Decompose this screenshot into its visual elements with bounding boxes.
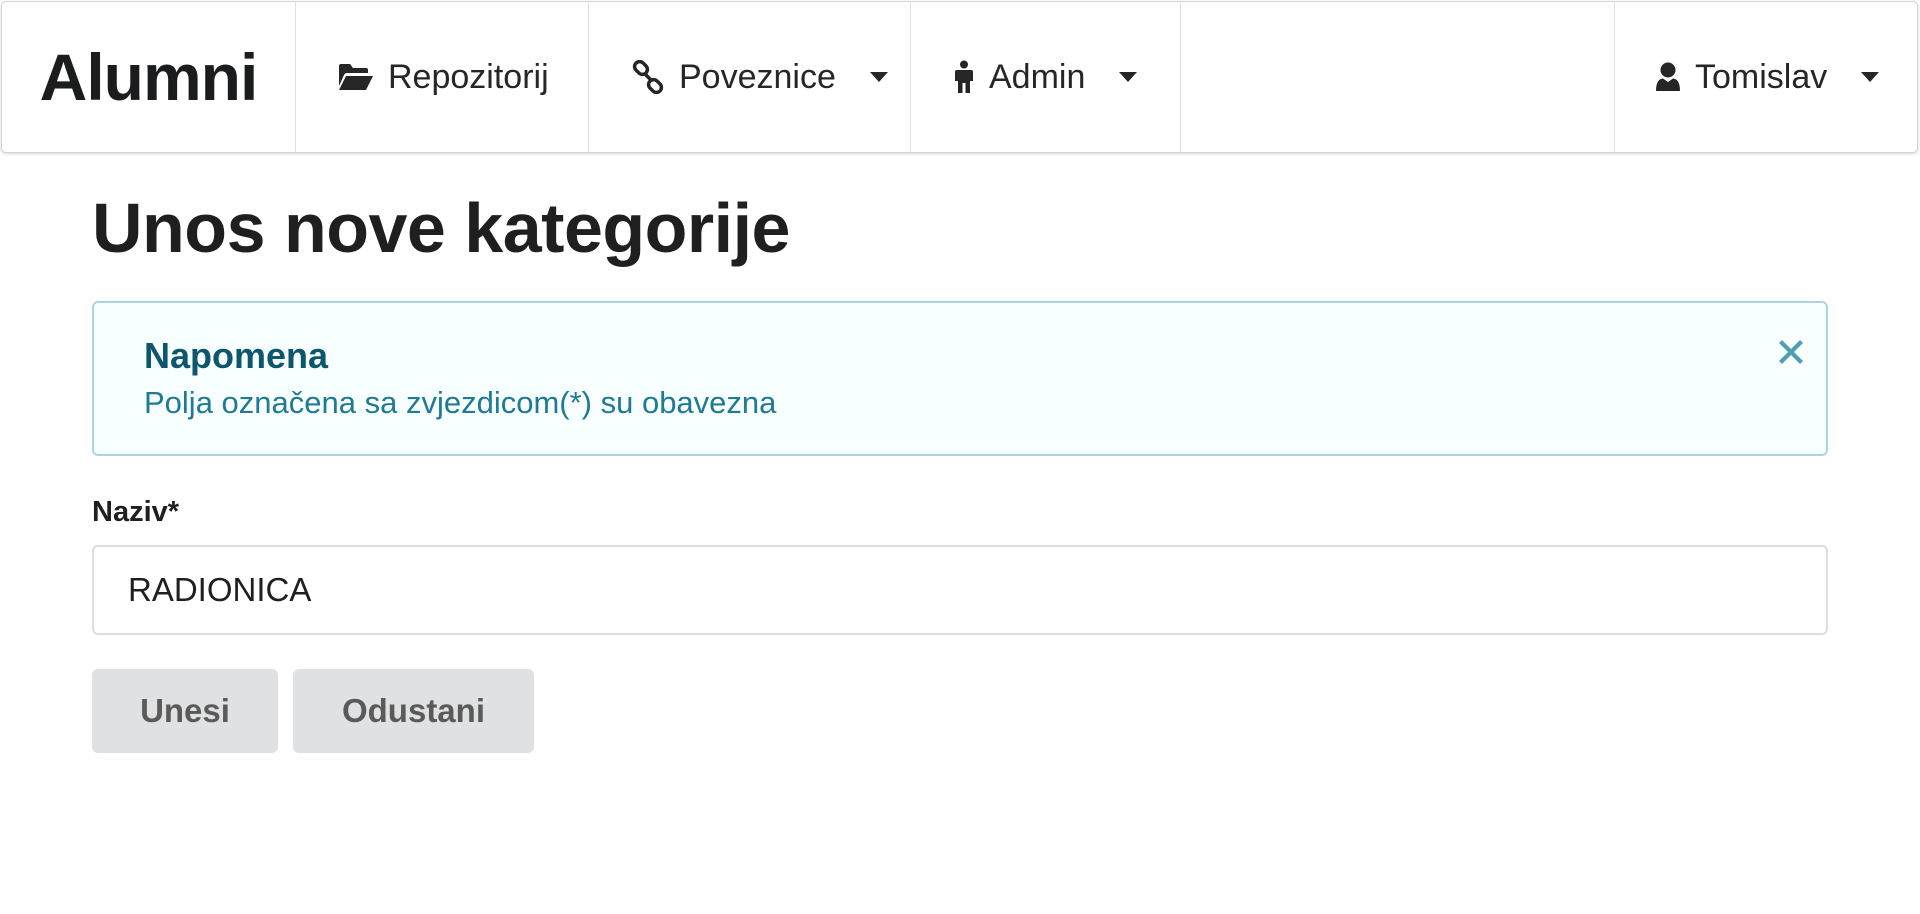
menu-spacer [1181,2,1615,152]
folder-open-icon [338,62,374,92]
user-icon [1655,62,1681,92]
chevron-down-icon [869,72,888,82]
menu-item-label: Admin [989,57,1086,96]
page-title: Unos nove kategorije [92,189,790,267]
message-text: Polja označena sa zvjezdicom(*) su obave… [144,385,777,420]
name-input[interactable] [92,545,1828,635]
menu-item-admin[interactable]: Admin [911,2,1181,152]
male-icon [953,60,975,94]
user-name: Tomislav [1695,57,1828,96]
menu-item-poveznice[interactable]: Poveznice [589,2,911,152]
info-message: Napomena Polja označena sa zvjezdicom(*)… [92,301,1828,456]
menu-item-label: Repozitorij [388,57,549,96]
chevron-down-icon [1119,72,1138,82]
name-field-label: Naziv* [92,496,180,528]
brand-logo[interactable]: Alumni [2,2,296,152]
menu-item-repozitorij[interactable]: Repozitorij [296,2,589,152]
message-header: Napomena [144,335,329,376]
cancel-button[interactable]: Odustani [293,669,534,753]
chevron-down-icon [1861,72,1880,82]
close-icon[interactable] [1776,337,1806,367]
link-icon [631,60,665,94]
menu-item-label: Poveznice [679,57,836,96]
top-menu: Alumni Repozitorij Poveznice Admin Tomis… [1,1,1918,153]
user-menu[interactable]: Tomislav [1615,2,1917,152]
submit-button[interactable]: Unesi [92,669,278,753]
